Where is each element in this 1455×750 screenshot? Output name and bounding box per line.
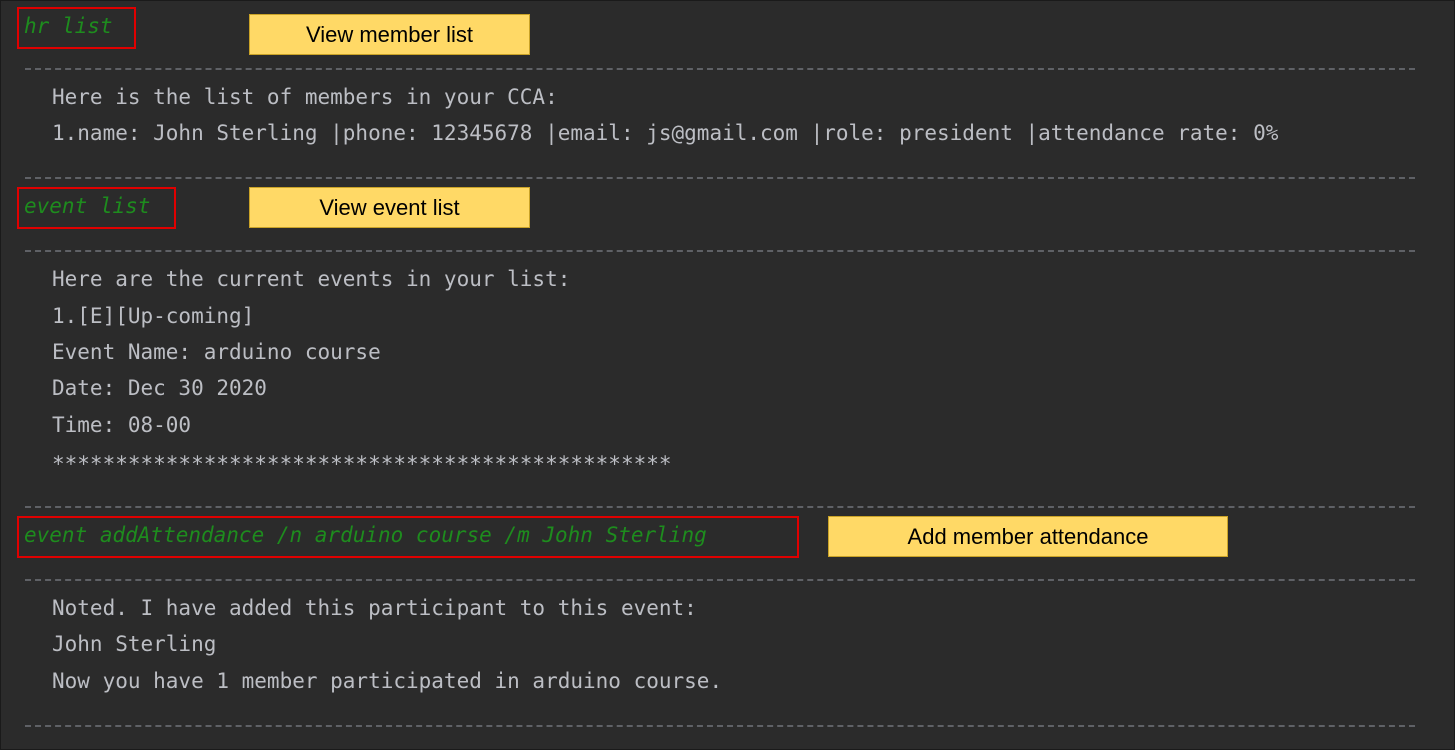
output-line: Noted. I have added this participant to …	[52, 596, 697, 620]
output-line: ****************************************…	[52, 452, 672, 476]
output-line: 1.[E][Up-coming]	[52, 304, 255, 328]
output-line: Here are the current events in your list…	[52, 267, 571, 291]
command-add-attendance: event addAttendance /n arduino course /m…	[24, 523, 707, 547]
command-event-list: event list	[24, 194, 151, 218]
output-line: John Sterling	[52, 632, 217, 656]
callout-view-member-list: View member list	[249, 14, 530, 55]
callout-view-event-list: View event list	[249, 187, 530, 228]
output-line: Now you have 1 member participated in ar…	[52, 669, 723, 693]
divider	[25, 579, 1415, 581]
divider	[25, 250, 1415, 252]
output-line: 1.name: John Sterling |phone: 12345678 |…	[52, 121, 1279, 145]
divider	[25, 506, 1415, 508]
command-hr-list: hr list	[24, 14, 113, 38]
output-line: Event Name: arduino course	[52, 340, 381, 364]
divider	[25, 68, 1415, 70]
output-line: Here is the list of members in your CCA:	[52, 85, 558, 109]
output-line: Date: Dec 30 2020	[52, 376, 267, 400]
command-box-hr-list: hr list	[17, 7, 136, 49]
divider	[25, 177, 1415, 179]
callout-add-member-attendance: Add member attendance	[828, 516, 1228, 557]
command-box-add-attendance: event addAttendance /n arduino course /m…	[17, 516, 799, 558]
divider	[25, 725, 1415, 727]
command-box-event-list: event list	[17, 187, 176, 229]
output-line: Time: 08-00	[52, 413, 192, 437]
terminal-console[interactable]: hr list View member list Here is the lis…	[0, 0, 1455, 750]
